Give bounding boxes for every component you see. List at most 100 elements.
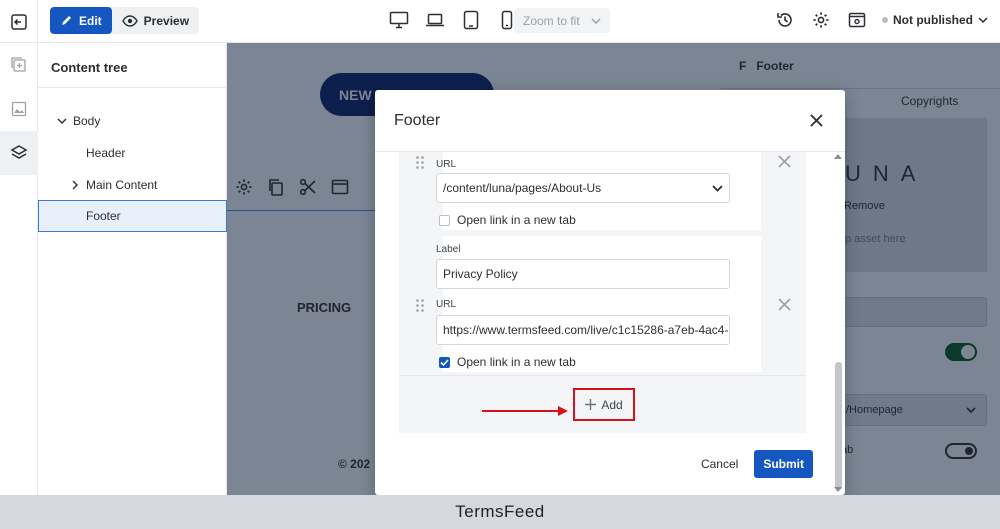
- mobile-icon: [501, 10, 513, 30]
- panel-title: F Footer: [739, 59, 794, 73]
- remove-logo-link[interactable]: Remove: [844, 200, 885, 212]
- layers-icon: [10, 145, 28, 159]
- add-link-area: Add: [399, 375, 806, 433]
- gear-icon[interactable]: [235, 178, 253, 196]
- mode-switch: Edit Preview: [50, 7, 200, 34]
- drag-handle-icon[interactable]: [416, 299, 424, 312]
- add-label: Add: [601, 397, 623, 412]
- preview-window-button[interactable]: [846, 9, 868, 31]
- url-label: URL: [436, 159, 457, 170]
- chevron-down-icon: [712, 184, 723, 192]
- chevron-down-icon[interactable]: [55, 118, 69, 124]
- add-block-button[interactable]: [0, 43, 38, 87]
- new-tab-checkbox[interactable]: [439, 356, 450, 368]
- panel-toggle-on[interactable]: [945, 343, 977, 361]
- footer-modal: Footer URL /content/luna/pages/About-Us …: [375, 90, 845, 495]
- tab-copyrights[interactable]: Copyrights: [901, 94, 958, 108]
- tab-divider: [721, 88, 1000, 89]
- eye-icon: [121, 14, 138, 27]
- layers-button[interactable]: [0, 131, 38, 175]
- new-tab-label: Open link in a new tab: [457, 213, 576, 227]
- exit-editor-button[interactable]: [0, 0, 38, 43]
- new-tab-checkbox-row[interactable]: Open link in a new tab: [439, 355, 576, 369]
- canvas-pricing-text: PRICING: [297, 300, 352, 315]
- block-toolbar: [235, 178, 349, 196]
- label-input[interactable]: Privacy Policy: [436, 259, 730, 289]
- exit-icon: [10, 13, 27, 30]
- checkmark-icon: [440, 358, 449, 366]
- footer-component-icon: F: [739, 59, 747, 73]
- copy-icon[interactable]: [267, 178, 285, 196]
- laptop-icon: [426, 13, 444, 27]
- edit-button[interactable]: Edit: [50, 7, 112, 34]
- drag-handle-icon[interactable]: [416, 156, 424, 169]
- logo-preview: UNA: [845, 161, 928, 186]
- tree-item-header[interactable]: Header: [38, 137, 227, 169]
- new-tab-checkbox-row[interactable]: Open link in a new tab: [439, 213, 576, 227]
- link-item: [443, 236, 761, 372]
- tree-item-body[interactable]: Body: [38, 105, 227, 137]
- modal-scrollbar[interactable]: [835, 362, 842, 490]
- preview-button[interactable]: Preview: [112, 7, 199, 34]
- modal-footer: Cancel Submit: [701, 450, 813, 478]
- new-tab-checkbox[interactable]: [439, 214, 450, 226]
- submit-button[interactable]: Submit: [754, 450, 813, 478]
- add-link-button[interactable]: Add: [573, 388, 635, 421]
- red-arrow-annotation: [482, 406, 568, 416]
- tablet-icon: [463, 10, 479, 30]
- modal-title: Footer: [394, 111, 441, 129]
- scroll-down-icon[interactable]: [834, 487, 842, 492]
- content-tree-panel: Content tree Body Header Main Content Fo…: [38, 43, 227, 495]
- chevron-down-icon: [978, 17, 988, 23]
- panel-link-value: /Homepage: [846, 404, 903, 416]
- history-icon: [777, 13, 792, 27]
- tree-item-main-content[interactable]: Main Content: [38, 169, 227, 201]
- drop-asset-hint: p asset here: [845, 233, 906, 245]
- zoom-select[interactable]: Zoom to fit: [514, 8, 610, 33]
- url-value: /content/luna/pages/About-Us: [443, 181, 602, 195]
- panel-toggle-off[interactable]: [945, 443, 977, 459]
- chevron-down-icon: [591, 17, 601, 24]
- settings-button[interactable]: [810, 9, 832, 31]
- close-button[interactable]: [810, 114, 823, 127]
- url-label: URL: [436, 299, 457, 310]
- scissors-icon[interactable]: [299, 178, 317, 196]
- modal-header: Footer: [375, 90, 845, 152]
- content-tree-title: Content tree: [38, 43, 226, 88]
- laptop-view-button[interactable]: [424, 9, 446, 31]
- chevron-right-icon[interactable]: [68, 180, 82, 190]
- url-input[interactable]: https://www.termsfeed.com/live/c1c15286-…: [436, 315, 730, 345]
- add-block-icon: [11, 57, 26, 72]
- toolbar-right: Not published: [774, 9, 988, 31]
- tree-item-label: Footer: [86, 209, 121, 223]
- cancel-button[interactable]: Cancel: [701, 457, 738, 471]
- tree-item-label: Body: [73, 114, 101, 128]
- watermark-caption: TermsFeed: [0, 495, 1000, 529]
- tree-item-label: Header: [86, 146, 126, 160]
- image-icon: [11, 101, 27, 117]
- assets-button[interactable]: [0, 87, 38, 131]
- new-tab-label: Open link in a new tab: [457, 355, 576, 369]
- panel-link-select[interactable]: /Homepage: [831, 394, 987, 426]
- device-switcher: [388, 9, 518, 31]
- remove-link-icon[interactable]: [778, 298, 791, 311]
- url-select[interactable]: /content/luna/pages/About-Us: [436, 173, 730, 203]
- tree-item-label: Main Content: [86, 178, 158, 192]
- url-value: https://www.termsfeed.com/live/c1c15286-…: [443, 323, 730, 337]
- panel-text-field[interactable]: [831, 297, 987, 327]
- top-toolbar: Edit Preview Zoom to fit Not published: [0, 0, 1000, 43]
- label-value: Privacy Policy: [443, 267, 518, 281]
- chevron-down-icon: [966, 407, 976, 413]
- gear-icon: [813, 12, 829, 28]
- publish-status-dropdown[interactable]: Not published: [882, 13, 988, 27]
- plus-icon: [585, 399, 597, 410]
- label-label: Label: [436, 244, 461, 255]
- scroll-up-icon[interactable]: [834, 154, 842, 159]
- tablet-view-button[interactable]: [460, 9, 482, 31]
- history-button[interactable]: [774, 9, 796, 31]
- canvas-copyright-text: © 202: [338, 457, 371, 471]
- remove-link-icon[interactable]: [778, 155, 791, 168]
- tree-item-footer[interactable]: Footer: [38, 200, 227, 232]
- window-icon[interactable]: [331, 178, 349, 196]
- desktop-view-button[interactable]: [388, 9, 410, 31]
